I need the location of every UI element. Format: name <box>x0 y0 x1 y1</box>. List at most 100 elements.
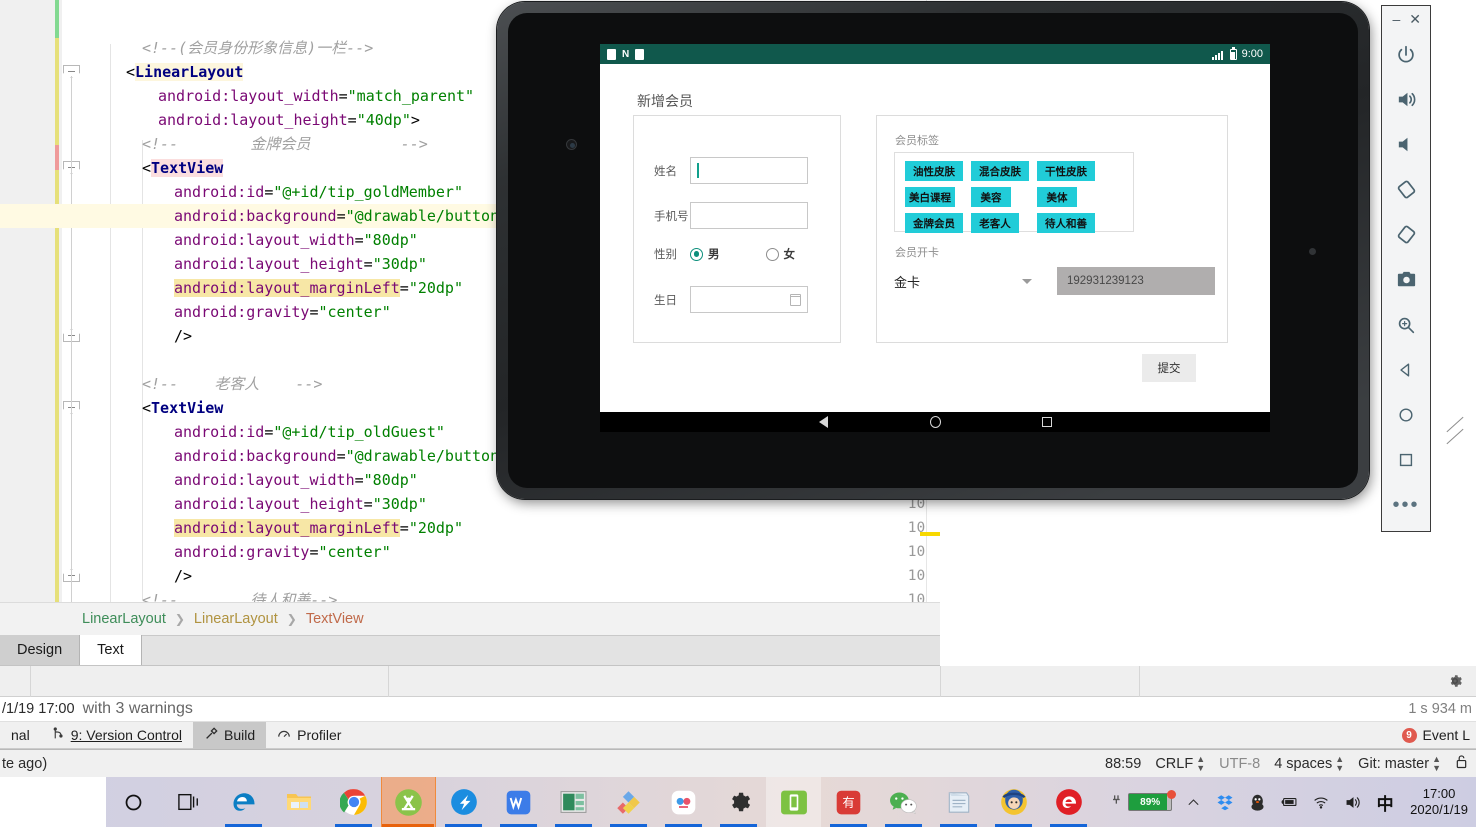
tool-window-terminal[interactable]: nal <box>0 722 41 749</box>
ime-chinese-icon[interactable]: 中 <box>1374 791 1396 814</box>
code-line[interactable]: <TextView <box>142 156 224 180</box>
caret-position[interactable]: 88:59 <box>1105 756 1141 772</box>
emulator-overview-button[interactable] <box>1381 437 1431 482</box>
emulator-toolbar[interactable]: – ✕ ••• <box>1381 5 1431 532</box>
taskbar-wechat[interactable] <box>876 777 931 827</box>
code-line[interactable]: android:layout_height="40dp"> <box>158 108 420 132</box>
app-content[interactable]: 新增会员 姓名 手机号 性别 男 女 生日 会员标签 油性皮肤 混合皮肤 干性皮… <box>600 64 1270 412</box>
calendar-icon[interactable] <box>790 293 801 306</box>
tool-window-profiler[interactable]: Profiler <box>266 722 352 749</box>
taskbar-notepad[interactable] <box>931 777 986 827</box>
emulator-screen[interactable]: N 9:00 新增会员 姓名 手机号 性别 男 女 生日 会员标签 油性皮肤 混… <box>600 44 1270 432</box>
member-tag[interactable]: 金牌会员 <box>905 213 963 233</box>
code-line[interactable]: <TextView <box>142 396 223 420</box>
member-tag[interactable]: 干性皮肤 <box>1037 161 1095 181</box>
code-line[interactable]: <!--(会员身份形象信息)一栏--> <box>142 36 373 60</box>
emulator-volume-down-button[interactable] <box>1381 122 1431 167</box>
taskbar-youdao[interactable]: 有 <box>821 777 876 827</box>
tab-design[interactable]: Design <box>0 635 81 665</box>
code-line[interactable]: android:layout_marginLeft="20dp" <box>174 516 463 540</box>
gender-radio-male[interactable]: 男 <box>690 246 720 262</box>
emulator-rotate-right-button[interactable] <box>1381 212 1431 257</box>
editor-mode-tabs[interactable]: Design Text <box>0 635 940 666</box>
emulator-power-button[interactable] <box>1381 32 1431 77</box>
battery-tray-icon[interactable] <box>1278 791 1300 813</box>
qq-penguin-icon[interactable] <box>1246 791 1268 813</box>
event-log-label[interactable]: Event L <box>1423 727 1470 743</box>
code-line[interactable]: android:id="@+id/tip_oldGuest" <box>174 420 445 444</box>
taskbar-wps-presentation[interactable] <box>546 777 601 827</box>
code-line[interactable]: android:layout_height="30dp" <box>174 252 427 276</box>
emulator-rotate-left-button[interactable] <box>1381 167 1431 212</box>
code-line[interactable]: android:gravity="center" <box>174 300 391 324</box>
taskbar-settings-gear[interactable] <box>711 777 766 827</box>
member-tag[interactable]: 老客人 <box>971 213 1019 233</box>
member-tag[interactable]: 油性皮肤 <box>905 161 963 181</box>
code-line[interactable]: android:background="@drawable/button_sel <box>174 204 535 228</box>
taskbar-cortana[interactable] <box>106 777 161 827</box>
tab-text[interactable]: Text <box>80 635 142 665</box>
windows-taskbar[interactable]: 有 89% 中 17:00 2020/1/19 <box>0 777 1476 827</box>
birthday-input[interactable] <box>690 286 808 313</box>
build-result-row[interactable]: /1/19 17:00 with 3 warnings 1 s 934 m <box>0 697 1476 722</box>
taskbar-edge[interactable] <box>216 777 271 827</box>
tool-window-version-control[interactable]: 9: Version Control <box>41 722 193 749</box>
code-line[interactable]: <!-- 待人和善--> <box>142 588 337 602</box>
taskbar-task-view[interactable] <box>161 777 216 827</box>
breadcrumb[interactable]: LinearLayout ❯ LinearLayout ❯ TextView <box>0 602 940 636</box>
event-log-area[interactable]: 9 Event L <box>1401 727 1470 743</box>
code-line[interactable]: <!-- 金牌会员 --> <box>142 132 428 156</box>
minimize-icon[interactable]: – <box>1392 12 1400 26</box>
code-line[interactable]: android:layout_width="80dp" <box>174 228 418 252</box>
gear-icon[interactable] <box>1446 672 1464 690</box>
breadcrumb-item-1[interactable]: LinearLayout <box>194 611 278 627</box>
code-line[interactable]: android:layout_marginLeft="20dp" <box>174 276 463 300</box>
breadcrumb-item-2[interactable]: TextView <box>306 611 364 627</box>
taskbar-genymotion[interactable] <box>766 777 821 827</box>
code-line[interactable]: android:layout_height="30dp" <box>174 492 427 516</box>
taskbar-ebao[interactable] <box>1041 777 1096 827</box>
battery-status-icon[interactable]: 89% <box>1108 790 1177 812</box>
taskbar-dingtalk[interactable] <box>436 777 491 827</box>
code-line[interactable]: android:gravity="center" <box>174 540 391 564</box>
code-line[interactable]: android:layout_width="80dp" <box>174 468 418 492</box>
code-line[interactable]: /> <box>174 564 192 588</box>
speaker-icon[interactable] <box>1342 791 1364 813</box>
emulator-window-controls[interactable]: – ✕ <box>1382 6 1430 32</box>
taskbar-baidu-netdisk[interactable] <box>656 777 711 827</box>
nav-back-button[interactable] <box>767 416 879 428</box>
member-tag[interactable]: 待人和善 <box>1037 213 1095 233</box>
code-line[interactable]: android:layout_width="match_parent" <box>158 84 474 108</box>
code-line[interactable]: <!-- 老客人 --> <box>142 372 322 396</box>
taskbar-android-studio[interactable] <box>381 777 436 827</box>
emulator-back-button[interactable] <box>1381 347 1431 392</box>
taskbar-qq-avatar[interactable] <box>986 777 1041 827</box>
member-tag[interactable]: 美体 <box>1037 187 1077 207</box>
emulator-volume-up-button[interactable] <box>1381 77 1431 122</box>
chevron-up-icon[interactable] <box>1182 791 1204 813</box>
indent-selector[interactable]: 4 spaces ▲ ▼ <box>1274 754 1344 773</box>
dropbox-icon[interactable] <box>1214 791 1236 813</box>
ide-status-bar[interactable]: te ago) 88:59 CRLF ▲ ▼ UTF-8 4 spaces ▲ ▼ … <box>0 749 1476 777</box>
line-separator-selector[interactable]: CRLF ▲ ▼ <box>1155 754 1205 773</box>
card-type-spinner[interactable]: 金卡 <box>894 268 1044 294</box>
emulator-zoom-button[interactable] <box>1381 302 1431 347</box>
taskbar-wps[interactable] <box>491 777 546 827</box>
tool-window-build[interactable]: Build <box>192 721 267 749</box>
system-tray[interactable]: 89% 中 17:00 2020/1/19 <box>1108 786 1476 818</box>
code-line[interactable]: <LinearLayout <box>126 60 244 84</box>
member-tag[interactable]: 混合皮肤 <box>971 161 1029 181</box>
start-button[interactable] <box>0 777 106 827</box>
android-navigation-bar[interactable] <box>600 412 1270 432</box>
close-icon[interactable]: ✕ <box>1409 11 1421 28</box>
emulator-more-button[interactable]: ••• <box>1381 482 1431 527</box>
taskbar-clock[interactable]: 17:00 2020/1/19 <box>1406 786 1468 818</box>
wifi-icon[interactable] <box>1310 791 1332 813</box>
breadcrumb-item-0[interactable]: LinearLayout <box>82 611 166 627</box>
taskbar-chrome[interactable] <box>326 777 381 827</box>
warning-marker[interactable] <box>920 532 940 536</box>
encoding-selector[interactable]: UTF-8 <box>1219 756 1260 772</box>
tool-window-bar[interactable]: nal 9: Version Control Build Profiler 9 … <box>0 721 1476 749</box>
emulator-screenshot-button[interactable] <box>1381 257 1431 302</box>
taskbar-onedrive-share[interactable] <box>601 777 656 827</box>
